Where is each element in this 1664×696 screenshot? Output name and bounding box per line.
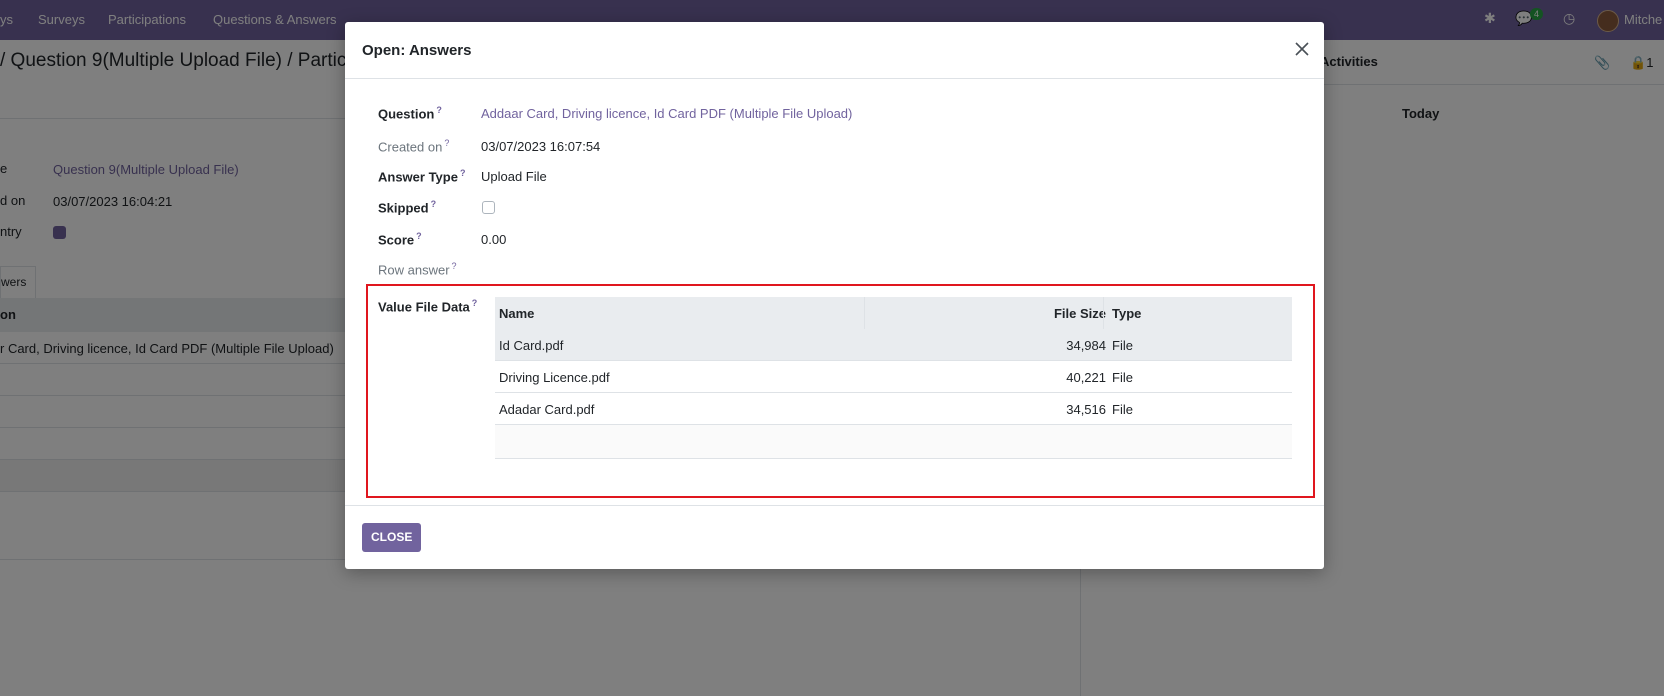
help-icon[interactable]: ? [452, 261, 457, 271]
table-row-empty [495, 425, 1292, 459]
close-icon[interactable] [1291, 38, 1313, 60]
file-type: File [1112, 338, 1133, 353]
question-value-link[interactable]: Addaar Card, Driving licence, Id Card PD… [481, 106, 852, 121]
question-label: Question? [378, 105, 442, 122]
column-type[interactable]: Type [1112, 306, 1141, 321]
file-size: 34,984 [1066, 338, 1106, 353]
table-header: Name File Size Type [495, 297, 1292, 329]
help-icon[interactable]: ? [444, 138, 449, 148]
skipped-label: Skipped? [378, 199, 437, 216]
answers-dialog: Open: Answers Question? Addaar Card, Dri… [345, 22, 1324, 569]
column-name[interactable]: Name [499, 306, 534, 321]
created-on-label: Created on? [378, 138, 450, 155]
row-answer-label: Row answer? [378, 261, 457, 278]
table-row[interactable]: Driving Licence.pdf 40,221 File [495, 361, 1292, 393]
file-type: File [1112, 370, 1133, 385]
answer-type-label: Answer Type? [378, 168, 466, 185]
modal-footer: CLOSE [345, 505, 1324, 569]
help-icon[interactable]: ? [472, 298, 478, 308]
column-file-size[interactable]: File Size [1054, 306, 1106, 321]
column-divider [1103, 297, 1104, 329]
table-row[interactable]: Adadar Card.pdf 34,516 File [495, 393, 1292, 425]
file-name: Driving Licence.pdf [499, 370, 610, 385]
value-file-data-label: Value File Data? [378, 298, 478, 315]
column-divider [864, 297, 865, 329]
modal-title: Open: Answers [362, 42, 472, 59]
file-size: 34,516 [1066, 402, 1106, 417]
answer-type-value: Upload File [481, 169, 547, 184]
help-icon[interactable]: ? [431, 199, 437, 209]
help-icon[interactable]: ? [460, 168, 466, 178]
score-value: 0.00 [481, 232, 507, 247]
skipped-checkbox[interactable] [482, 201, 495, 214]
file-name: Id Card.pdf [499, 338, 564, 353]
table-row[interactable]: Id Card.pdf 34,984 File [495, 329, 1292, 361]
created-on-value: 03/07/2023 16:07:54 [481, 139, 601, 154]
help-icon[interactable]: ? [416, 231, 422, 241]
modal-header: Open: Answers [345, 22, 1324, 79]
file-size: 40,221 [1066, 370, 1106, 385]
file-name: Adadar Card.pdf [499, 402, 595, 417]
close-button[interactable]: CLOSE [362, 523, 422, 552]
file-type: File [1112, 402, 1133, 417]
score-label: Score? [378, 231, 422, 248]
help-icon[interactable]: ? [436, 105, 442, 115]
